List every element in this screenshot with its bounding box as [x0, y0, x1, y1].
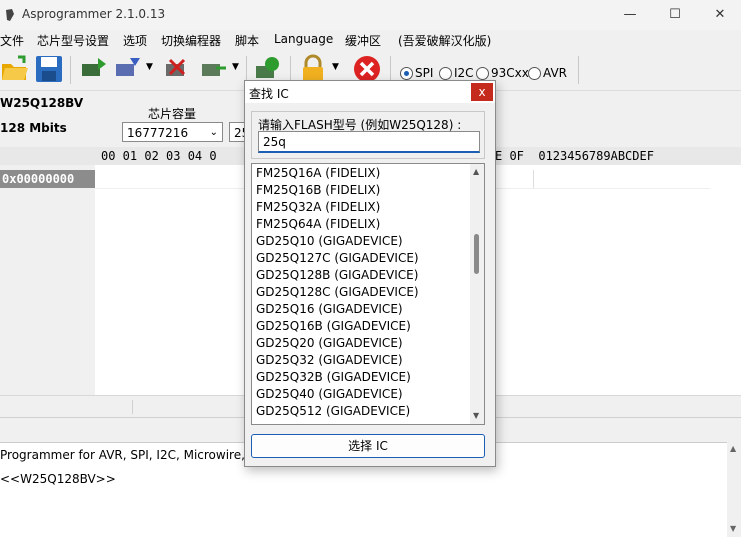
window-title: Asprogrammer 2.1.0.13 — [22, 7, 166, 21]
menu-options[interactable]: 选项 — [123, 32, 147, 49]
app-icon — [6, 9, 14, 21]
close-window-button[interactable]: ✕ — [697, 0, 741, 30]
save-icon[interactable] — [34, 54, 64, 84]
list-item[interactable]: GD25Q127C (GIGADEVICE) — [256, 250, 419, 267]
list-item[interactable]: GD25Q16 (GIGADEVICE) — [256, 301, 403, 318]
scroll-thumb[interactable] — [474, 234, 479, 274]
menu-credit: (吾爱破解汉化版) — [398, 34, 492, 48]
verify-chip-icon[interactable] — [198, 54, 228, 84]
radio-spi[interactable] — [400, 67, 413, 80]
list-item[interactable]: FM25Q32A (FIDELIX) — [256, 199, 380, 216]
radio-i2c-label: I2C — [454, 66, 474, 80]
scroll-down-icon[interactable]: ▼ — [473, 411, 479, 420]
radio-spi-label: SPI — [415, 66, 434, 80]
list-item[interactable]: GD25Q512 (GIGADEVICE) — [256, 403, 410, 420]
log-line: Programmer for AVR, SPI, I2C, Microwire, — [0, 448, 245, 462]
menu-buffer[interactable]: 缓冲区 — [345, 32, 381, 49]
title-bar: Asprogrammer 2.1.0.13 — ☐ ✕ — [0, 0, 741, 30]
capacity-label: 芯片容量 — [148, 107, 197, 121]
search-input[interactable]: 25q — [258, 131, 480, 153]
radio-93cxx-label: 93Cxx — [491, 66, 529, 80]
chevron-down-icon: ⌄ — [209, 127, 218, 138]
search-group: 请输入FLASH型号 (例如W25Q128) : 25q — [251, 111, 485, 159]
capacity-select[interactable]: 16777216 ⌄ — [122, 122, 223, 142]
hex-address: 0x00000000 — [0, 170, 95, 188]
list-item[interactable]: GD25Q10 (GIGADEVICE) — [256, 233, 403, 250]
list-item[interactable]: GD25Q20 (GIGADEVICE) — [256, 335, 403, 352]
list-item[interactable]: GD25Q40 (GIGADEVICE) — [256, 386, 403, 403]
capacity-value: 16777216 — [127, 126, 189, 140]
radio-avr[interactable] — [528, 67, 541, 80]
open-folder-icon[interactable] — [0, 54, 30, 84]
minimize-button[interactable]: — — [607, 0, 653, 30]
radio-i2c[interactable] — [439, 67, 452, 80]
list-item[interactable]: GD25Q128B (GIGADEVICE) — [256, 267, 418, 284]
read-chip-icon[interactable] — [78, 54, 108, 84]
hex-address-column — [0, 165, 95, 395]
list-item[interactable]: GD25Q128C (GIGADEVICE) — [256, 284, 419, 301]
dialog-title-bar: 查找 IC x — [245, 81, 495, 103]
list-scrollbar[interactable]: ▲ ▼ — [470, 164, 484, 424]
chip-size: 128 Mbits — [0, 121, 67, 135]
write-chip-icon[interactable] — [112, 54, 142, 84]
scroll-up-icon[interactable]: ▲ — [473, 167, 479, 176]
menu-file[interactable]: 文件 — [0, 32, 24, 49]
ic-list[interactable]: FM25Q16A (FIDELIX) FM25Q16B (FIDELIX) FM… — [251, 163, 485, 425]
list-item[interactable]: GD25Q16B (GIGADEVICE) — [256, 318, 411, 335]
dialog-title: 查找 IC — [249, 87, 289, 101]
menu-programmer[interactable]: 切换编程器 — [161, 32, 221, 49]
dialog-close-button[interactable]: x — [471, 83, 493, 101]
hex-header-ascii: E 0F 0123456789ABCDEF — [495, 149, 654, 163]
menu-chip-settings[interactable]: 芯片型号设置 — [37, 32, 109, 49]
list-item[interactable]: GD25Q32 (GIGADEVICE) — [256, 352, 403, 369]
list-item[interactable]: FM25Q16A (FIDELIX) — [256, 165, 380, 182]
list-item[interactable]: GD25Q32B (GIGADEVICE) — [256, 369, 411, 386]
verify-dropdown-icon[interactable]: ▼ — [232, 62, 239, 72]
find-ic-dialog: 查找 IC x 请输入FLASH型号 (例如W25Q128) : 25q FM2… — [244, 80, 496, 467]
scroll-up-icon[interactable]: ▲ — [730, 444, 736, 453]
log-line: <<W25Q128BV>> — [0, 472, 116, 486]
chip-name: W25Q128BV — [0, 96, 84, 110]
menu-language[interactable]: Language — [274, 32, 333, 46]
list-item[interactable]: FM25Q64A (FIDELIX) — [256, 216, 380, 233]
menu-script[interactable]: 脚本 — [235, 32, 259, 49]
hex-ascii-divider — [533, 170, 534, 188]
maximize-button[interactable]: ☐ — [652, 0, 698, 30]
erase-chip-icon[interactable] — [162, 54, 192, 84]
log-scrollbar[interactable]: ▲ ▼ — [727, 442, 741, 537]
hex-header-columns: 00 01 02 03 04 0 — [101, 149, 217, 163]
select-ic-button[interactable]: 选择 IC — [251, 434, 485, 458]
menu-bar: 文件 芯片型号设置 选项 切换编程器 脚本 Language 缓冲区 (吾爱破解… — [0, 30, 741, 50]
radio-avr-label: AVR — [543, 66, 567, 80]
write-dropdown-icon[interactable]: ▼ — [146, 62, 153, 72]
scroll-down-icon[interactable]: ▼ — [730, 524, 736, 533]
list-item[interactable]: FM25Q16B (FIDELIX) — [256, 182, 380, 199]
lock-dropdown-icon[interactable]: ▼ — [332, 62, 339, 72]
radio-93cxx[interactable] — [476, 67, 489, 80]
